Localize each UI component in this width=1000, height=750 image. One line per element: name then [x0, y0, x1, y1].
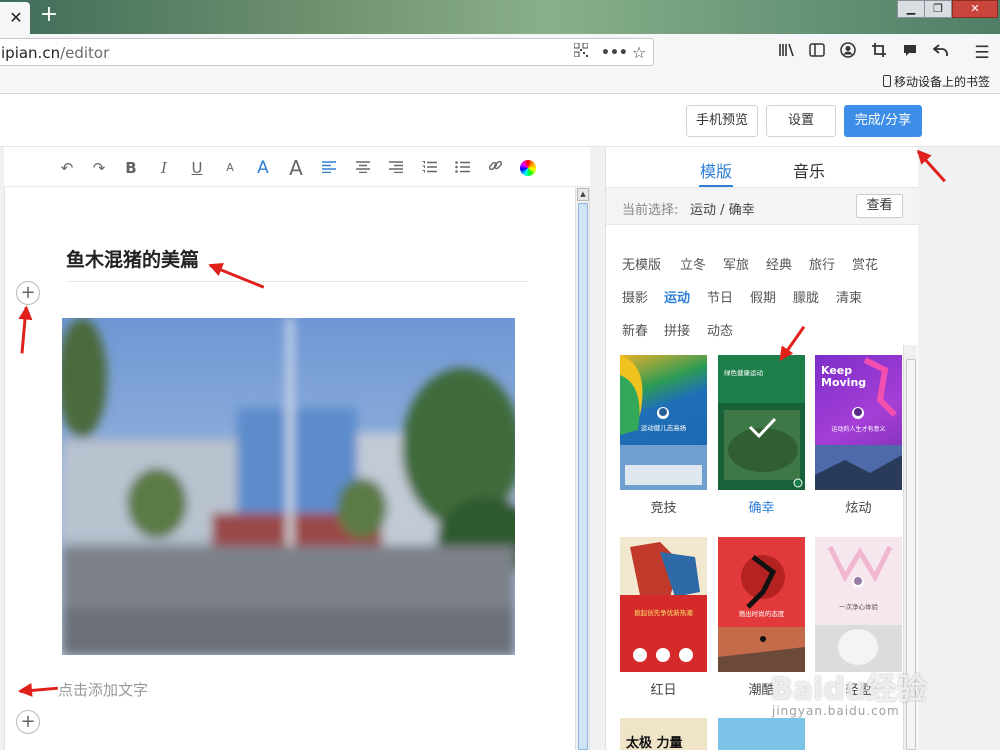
redo-icon[interactable]: ↷ — [88, 157, 110, 179]
bookmark-star-icon[interactable]: ☆ — [629, 43, 649, 63]
current-selection-value: 运动 / 确幸 — [690, 203, 755, 218]
window-close-button[interactable]: ✕ — [952, 0, 998, 18]
article-photo[interactable] — [62, 318, 515, 655]
template-name-selected: 确幸 — [748, 501, 775, 516]
template-poster-title: 绿色健康运动 — [724, 369, 763, 377]
template-card-partial[interactable]: 太极 力量 — [620, 718, 707, 750]
template-card-jingji[interactable]: 运动健儿志高扬 — [620, 355, 707, 490]
title-divider — [66, 281, 528, 282]
editor-scrollbar[interactable]: ▲ — [575, 187, 589, 750]
category-item[interactable]: 立冬 — [680, 254, 706, 273]
chat-bubble-icon[interactable] — [899, 42, 921, 64]
link-icon[interactable] — [484, 157, 506, 179]
template-poster-title: 燃出时尚的态度 — [738, 610, 785, 618]
app-header: 手机预览 设置 完成/分享 — [0, 95, 1000, 147]
scroll-up-icon[interactable]: ▲ — [577, 188, 589, 201]
template-poster-title: Keep Moving — [821, 364, 867, 389]
template-name: 炫动 — [845, 501, 872, 516]
category-item[interactable]: 旅行 — [809, 254, 835, 273]
add-block-plus-icon[interactable]: + — [16, 281, 40, 305]
watermark-url: jingyan.baidu.com — [772, 704, 900, 718]
category-item[interactable]: 赏花 — [852, 254, 878, 273]
address-bar[interactable]: ipian.cn/editor ••• ☆ — [0, 38, 654, 66]
category-item[interactable]: 新春 — [622, 320, 648, 339]
sidebar-icon[interactable] — [806, 42, 828, 64]
account-icon[interactable] — [837, 42, 859, 64]
font-size-large-icon[interactable]: A — [285, 157, 307, 179]
add-block-plus-icon[interactable]: + — [16, 710, 40, 734]
window-maximize-button[interactable]: ❐ — [924, 0, 952, 18]
browser-tab[interactable]: ✕ — [0, 2, 30, 34]
template-poster-title: 太极 力量 — [626, 736, 683, 750]
editor-toolbar: ↶ ↷ B I U A A A — [4, 147, 590, 187]
mobile-preview-button[interactable]: 手机预览 — [686, 105, 758, 137]
unordered-list-icon[interactable] — [451, 157, 473, 179]
category-item[interactable]: 朦胧 — [793, 287, 819, 306]
category-item[interactable]: 摄影 — [622, 287, 648, 306]
category-item[interactable]: 假期 — [750, 287, 776, 306]
underline-icon[interactable]: U — [186, 157, 208, 179]
category-item[interactable]: 拼接 — [664, 320, 690, 339]
template-name: 红日 — [650, 683, 677, 698]
template-card-hongri[interactable]: 掀起创先争优新热潮 — [620, 537, 707, 672]
category-item[interactable]: 动态 — [707, 320, 733, 339]
font-size-small-icon[interactable]: A — [219, 157, 241, 179]
finish-share-button[interactable]: 完成/分享 — [844, 105, 922, 137]
template-poster-title: 一次净心体验 — [839, 603, 878, 611]
new-tab-icon[interactable]: + — [38, 4, 60, 27]
align-right-icon[interactable] — [385, 157, 407, 179]
tab-close-icon[interactable]: ✕ — [6, 8, 26, 28]
settings-button[interactable]: 设置 — [766, 105, 836, 137]
window-minimize-button[interactable]: ▁ — [897, 0, 925, 18]
template-card-quexing[interactable]: 绿色健康运动 — [718, 355, 805, 490]
undo-arrow-icon[interactable] — [930, 42, 952, 64]
text-color-icon[interactable] — [517, 157, 539, 179]
add-text-placeholder[interactable]: 点击添加文字 — [58, 679, 148, 700]
category-item[interactable]: 节日 — [707, 287, 733, 306]
url-text[interactable]: ipian.cn/editor — [1, 44, 109, 62]
scrollbar-thumb[interactable] — [578, 203, 588, 750]
qr-code-icon[interactable] — [571, 42, 591, 63]
italic-icon[interactable]: I — [153, 157, 175, 179]
category-item[interactable]: 无模版 — [622, 254, 661, 273]
template-poster-title: 掀起创先争优新热潮 — [634, 609, 693, 617]
template-poster-title: 运动健儿志高扬 — [640, 424, 687, 432]
bookmarks-bar: 移动设备上的书签 — [0, 70, 1000, 94]
align-left-icon[interactable] — [318, 157, 340, 179]
tab-music[interactable]: 音乐 — [793, 158, 825, 182]
template-card-partial[interactable] — [718, 718, 805, 750]
more-options-icon[interactable]: ••• — [601, 43, 628, 63]
library-icon[interactable] — [776, 42, 798, 64]
current-selection-label: 当前选择: — [622, 203, 679, 218]
current-selection-bar: 当前选择: 运动 / 确幸 查看 — [606, 187, 919, 225]
bold-icon[interactable]: B — [120, 157, 142, 179]
mobile-bookmarks-link[interactable]: 移动设备上的书签 — [882, 73, 990, 90]
category-item[interactable]: 经典 — [766, 254, 792, 273]
category-item[interactable]: 清柬 — [836, 287, 862, 306]
category-item[interactable]: 军旅 — [723, 254, 749, 273]
article-title[interactable]: 鱼木混猪的美篇 — [66, 245, 199, 272]
template-card-chaoku[interactable]: 燃出时尚的态度 — [718, 537, 805, 672]
align-center-icon[interactable] — [352, 157, 374, 179]
phone-icon — [882, 75, 891, 87]
ordered-list-icon[interactable] — [418, 157, 440, 179]
template-poster-subtitle: 运动的人生才有意义 — [831, 426, 886, 433]
category-item-active[interactable]: 运动 — [664, 287, 690, 306]
font-size-medium-icon[interactable]: A — [252, 157, 274, 179]
tab-templates[interactable]: 模版 — [700, 158, 732, 182]
watermark-logo: Baidu经验 — [770, 672, 927, 707]
template-name: 竞技 — [650, 501, 677, 516]
undo-icon[interactable]: ↶ — [56, 157, 78, 179]
template-card-qingying[interactable]: 一次净心体验 — [815, 537, 902, 672]
screenshot-crop-icon[interactable] — [868, 42, 890, 64]
template-card-xuandong[interactable]: Keep Moving 运动的人生才有意义 — [815, 355, 902, 490]
browser-titlebar: ✕ + ▁ ❐ ✕ — [0, 0, 1000, 34]
view-template-button[interactable]: 查看 — [856, 194, 903, 218]
menu-hamburger-icon[interactable]: ☰ — [971, 42, 993, 64]
